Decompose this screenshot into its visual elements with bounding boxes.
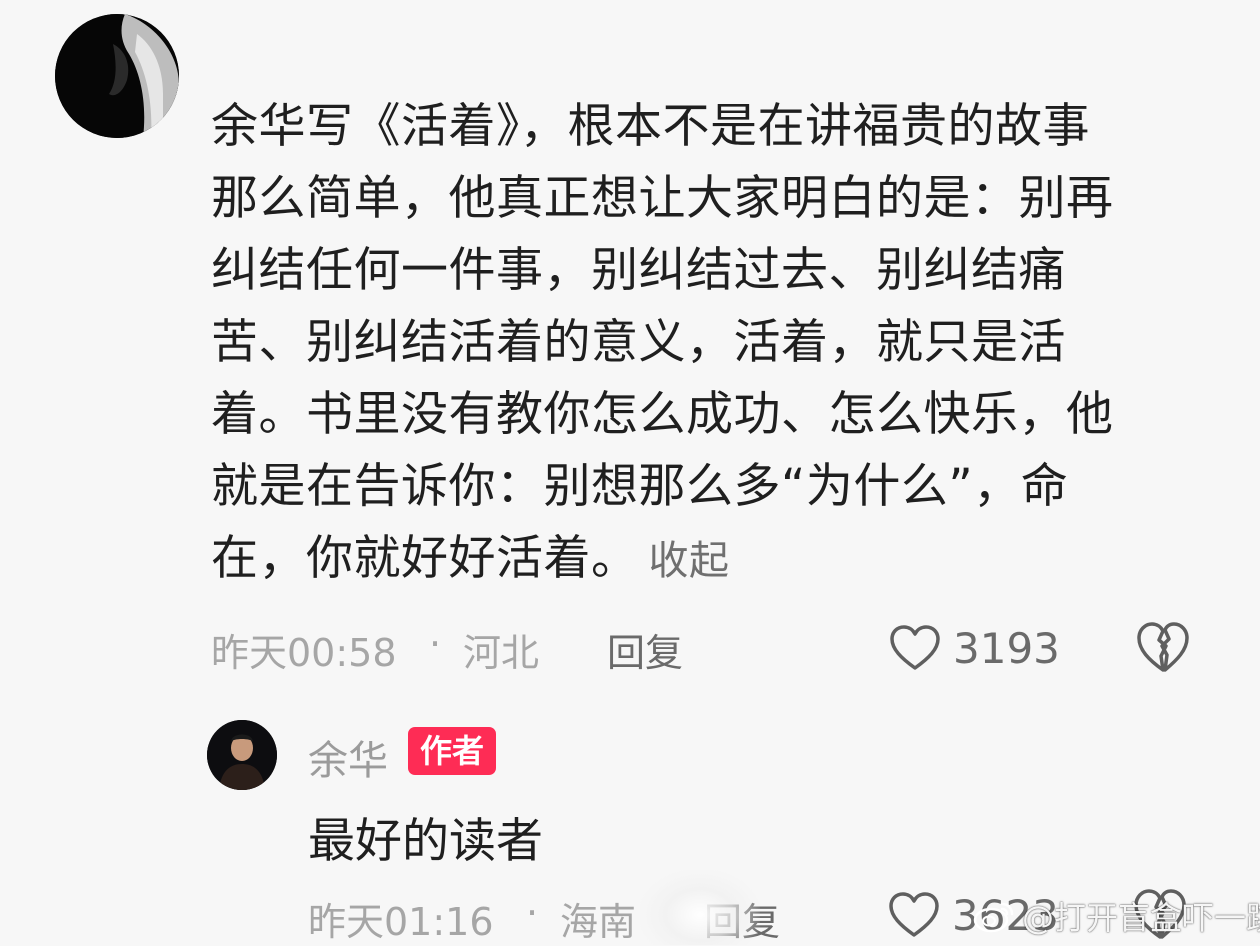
author-portrait-icon (207, 720, 277, 790)
weibo-logo-icon (973, 902, 1014, 933)
comment-line: 纠结任何一件事，别纠结过去、别纠结痛 (211, 243, 1066, 298)
image-artifact (640, 870, 760, 945)
comment-line: 余华写《活着》，根本不是在讲福贵的故事 (211, 99, 1090, 154)
comment-line: 苦、别纠结活着的意义，活着，就只是活 (211, 315, 1066, 370)
heart-icon (890, 625, 940, 670)
heart-icon (889, 892, 939, 937)
comment-line: 就是在告诉你：别想那么多“为什么”，命 (211, 459, 1069, 514)
author-avatar[interactable] (207, 720, 277, 790)
comment-timestamp: 昨天00:58 (211, 631, 397, 675)
comment-line: 那么简单，他真正想让大家明白的是：别再 (211, 171, 1114, 226)
watermark: @打开盲盒吓一跳 (972, 894, 1260, 938)
author-badge: 作者 (408, 727, 497, 775)
comment-text: 余华写《活着》，根本不是在讲福贵的故事 那么简单，他真正想让大家明白的是：别再 … (211, 91, 1206, 597)
watermark-text: @打开盲盒吓一跳 (1022, 899, 1260, 937)
meta-separator: · (429, 622, 442, 666)
user-avatar-icon (55, 14, 179, 138)
like-count: 3193 (953, 623, 1060, 673)
reply-location: 海南 (560, 900, 637, 944)
comment-line: 着。书里没有教你怎么成功、怎么快乐，他 (211, 387, 1114, 442)
comment-location: 河北 (463, 631, 540, 675)
reply-timestamp: 昨天01:16 (308, 900, 494, 944)
comment-meta-row: 昨天00:58 · 河北 回复 3193 (211, 618, 1211, 678)
reply-text: 最好的读者 (308, 814, 543, 869)
collapse-link[interactable]: 收起 (649, 538, 730, 584)
author-name[interactable]: 余华 (308, 728, 388, 786)
meta-separator: · (526, 891, 539, 935)
comment-line-text: 在，你就好好活着。 (211, 531, 639, 586)
reply-button[interactable]: 回复 (607, 622, 683, 677)
commenter-avatar[interactable] (55, 14, 179, 138)
like-button[interactable]: 3193 (889, 618, 1060, 678)
broken-heart-icon[interactable] (1135, 620, 1191, 674)
comment-line-last: 在，你就好好活着。 收起 (211, 523, 1206, 597)
